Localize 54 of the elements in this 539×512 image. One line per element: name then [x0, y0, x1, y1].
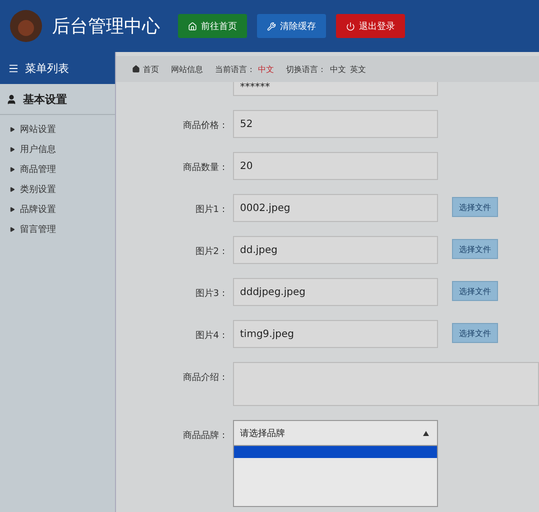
- language-option[interactable]: 中文: [330, 64, 346, 74]
- clear-button[interactable]: 清除缓存: [257, 14, 326, 38]
- switch-language-label: 切换语言：: [286, 64, 326, 74]
- caret-icon: [10, 186, 15, 192]
- caret-icon: [10, 226, 15, 232]
- page-link[interactable]: 网站信息: [171, 64, 203, 74]
- menu-icon: [8, 62, 19, 74]
- field-label: 图片3：: [194, 288, 229, 300]
- menu-heading-text: 菜单列表: [25, 60, 69, 76]
- logout-button[interactable]: 退出登录: [336, 14, 405, 38]
- password-field[interactable]: ******: [233, 82, 438, 96]
- field-label: 商品品牌：: [182, 430, 229, 442]
- field-label: 图片2：: [194, 246, 229, 258]
- field-label: 商品数量：: [182, 162, 229, 174]
- avatar-icon: [10, 10, 42, 42]
- sidebar-item[interactable]: 品牌设置: [0, 199, 115, 219]
- field-label: 图片4：: [194, 330, 229, 342]
- language-label: 当前语言： 中文: [215, 64, 274, 74]
- file-name-field[interactable]: 0002.jpeg: [233, 194, 438, 222]
- caret-icon: [10, 146, 15, 152]
- caret-icon: [10, 166, 15, 172]
- section-heading-text: 基本设置: [23, 92, 67, 106]
- textarea-field[interactable]: [232, 362, 539, 406]
- caret-icon: [10, 126, 15, 132]
- choose-file-button[interactable]: 选择文件: [452, 239, 498, 259]
- file-name-field[interactable]: dddjpeg.jpeg: [233, 278, 438, 306]
- file-name-field[interactable]: dd.jpeg: [233, 236, 438, 264]
- field-label: 商品价格：: [182, 120, 229, 132]
- home-button[interactable]: 前往首页: [178, 14, 247, 38]
- choose-file-button[interactable]: 选择文件: [452, 281, 498, 301]
- input-field[interactable]: 20: [233, 152, 438, 180]
- dropdown-list[interactable]: [233, 446, 438, 507]
- sidebar-item[interactable]: 类别设置: [0, 179, 115, 199]
- sidebar-item[interactable]: 留言管理: [0, 219, 115, 239]
- home-icon: [188, 22, 197, 30]
- user-icon: [6, 94, 17, 104]
- language-option[interactable]: 英文: [350, 64, 366, 74]
- home-icon: [132, 65, 140, 73]
- sidebar-item[interactable]: 商品管理: [0, 159, 115, 179]
- app-title: 后台管理中心: [52, 15, 160, 38]
- choose-file-button[interactable]: 选择文件: [452, 323, 498, 343]
- input-field[interactable]: 52: [233, 110, 438, 138]
- wrench-icon: [267, 22, 276, 30]
- file-name-field[interactable]: timg9.jpeg: [233, 320, 438, 348]
- field-label: 商品介绍：: [182, 372, 229, 384]
- brand-select[interactable]: 请选择品牌: [233, 420, 438, 446]
- caret-icon: [10, 206, 15, 212]
- sidebar-item[interactable]: 用户信息: [0, 139, 115, 159]
- sidebar-item[interactable]: 网站设置: [0, 119, 115, 139]
- home-link[interactable]: 首页: [132, 64, 159, 74]
- field-label: 图片1：: [194, 204, 229, 216]
- choose-file-button[interactable]: 选择文件: [452, 197, 498, 217]
- power-icon: [346, 22, 355, 30]
- caret-icon: [423, 430, 429, 436]
